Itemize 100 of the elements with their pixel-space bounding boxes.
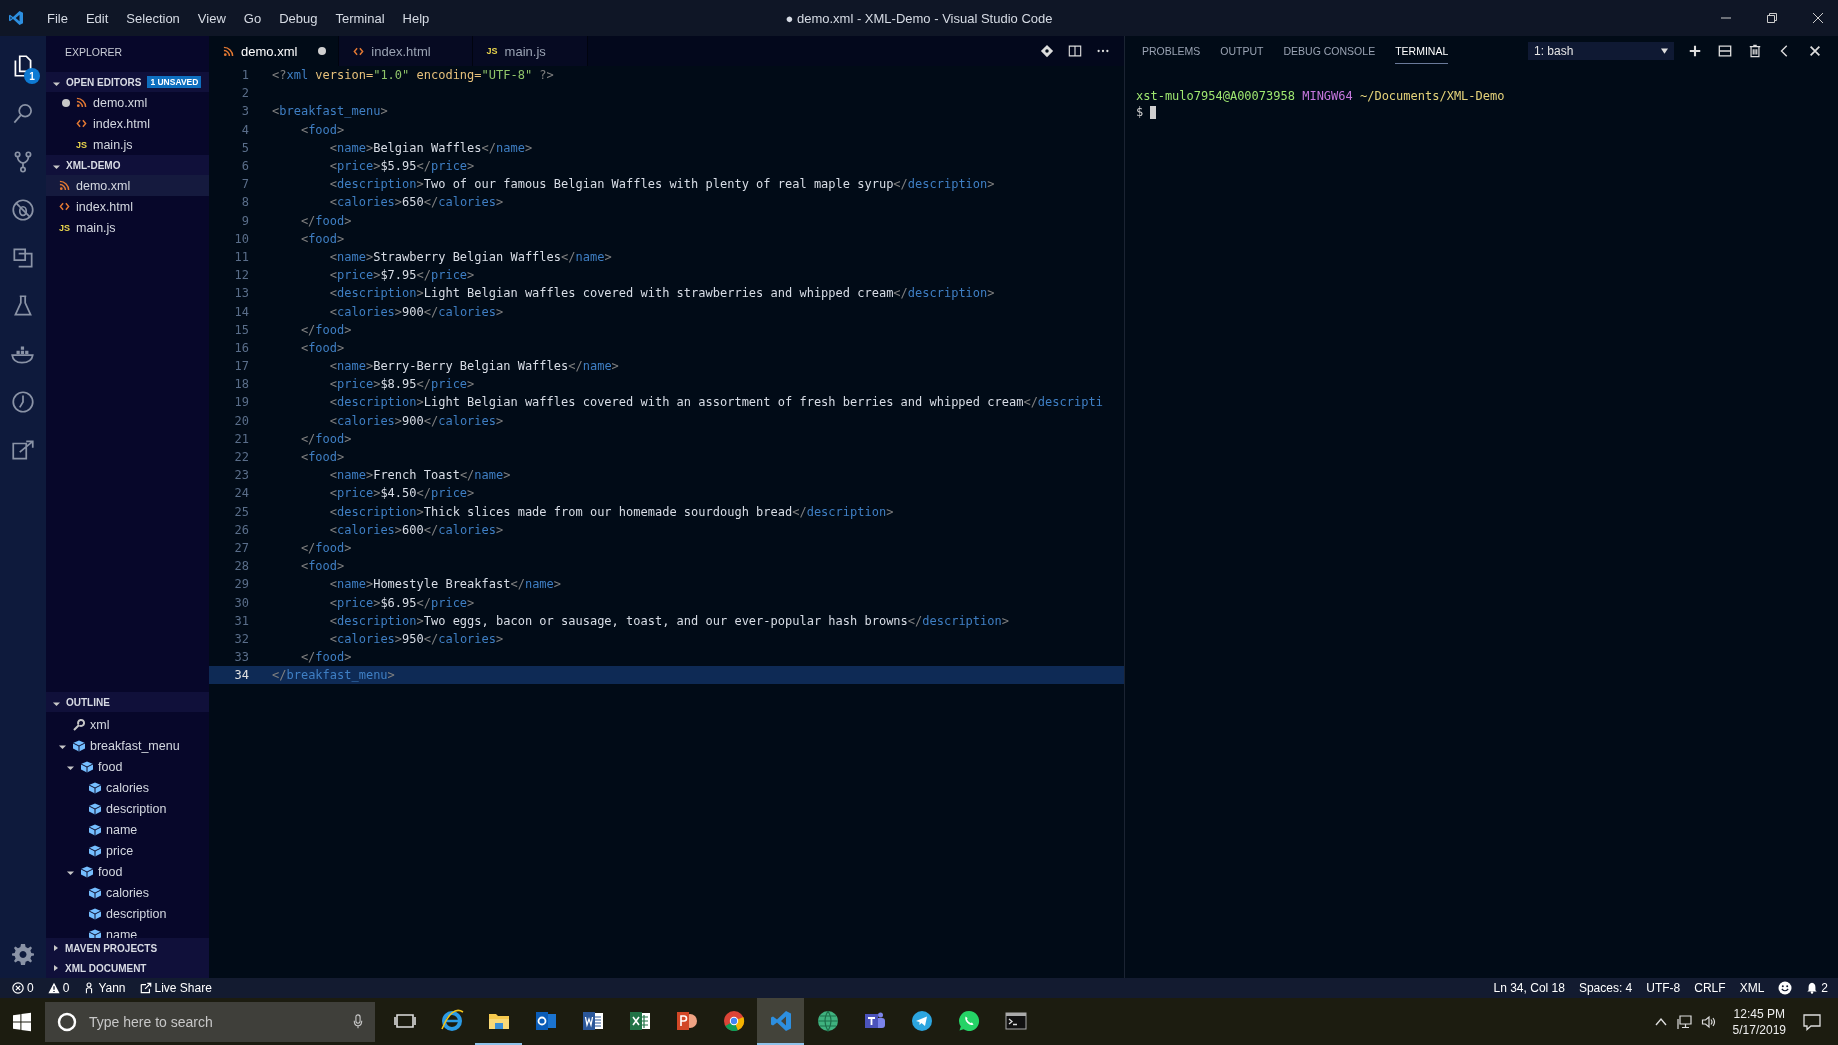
menu-item[interactable]: Edit [76,10,118,26]
panel-tab[interactable]: OUTPUT [1220,38,1264,64]
menu-item[interactable]: View [188,10,235,26]
close-icon[interactable] [1808,44,1822,58]
code-line: <breakfast_menu> [272,104,388,119]
open-editor-entry[interactable]: demo.xml [46,92,209,113]
line-number: 12 [233,268,250,283]
plus-icon[interactable] [1688,44,1702,58]
explorer-entry[interactable]: demo.xml [46,175,209,196]
trash-icon[interactable] [1748,44,1762,58]
code-line: <food> [299,231,345,246]
outline-label: description [106,801,167,816]
status-item[interactable]: XML [1739,981,1765,995]
unsaved-badge: 1 UNSAVED [147,76,202,88]
share-icon [139,982,152,994]
code-line: </food> [299,540,352,555]
open-editor-entry[interactable]: JS main.js [46,134,209,155]
code-line: <description>Light Belgian waffles covered with strawberries and whipped cream</description> [328,286,995,301]
outline-item[interactable]: description [46,903,209,924]
outline-item[interactable]: xml [46,714,209,735]
menu-item[interactable]: Go [234,10,271,26]
line-number: 15 [233,322,250,337]
open-editor-entry[interactable]: index.html [46,113,209,134]
outline-item[interactable]: calories [46,882,209,903]
outline-item[interactable]: description [46,798,209,819]
cube-icon [80,864,94,879]
outline-item[interactable]: name [46,819,209,840]
status-item[interactable]: 0 [12,981,34,995]
outline-label: description [106,906,167,921]
clock-time[interactable]: 12:45 PM [1733,1005,1785,1022]
microphone-icon[interactable] [353,1013,363,1030]
line-number: 31 [233,613,250,628]
status-item[interactable]: CRLF [1694,981,1726,995]
outline-item[interactable]: name [46,924,209,938]
status-item[interactable]: UTF-8 [1646,981,1681,995]
cube-icon [88,843,102,858]
network-icon[interactable] [1676,1013,1693,1030]
panel-tab[interactable]: TERMINAL [1395,38,1449,64]
outline-item[interactable]: price [46,840,209,861]
outline-item[interactable]: food [46,861,209,882]
explorer-entry[interactable]: JS main.js [46,217,209,238]
activity-item[interactable]: 1 [0,42,46,90]
status-item[interactable] [1778,981,1793,995]
explorer-entry[interactable]: index.html [46,196,209,217]
section-header[interactable]: MAVEN PROJECTS [46,938,209,958]
rss-icon [59,180,70,191]
line-number: 27 [233,540,250,555]
editor-tab[interactable]: JS main.js [472,36,588,66]
outline-label: xml [90,717,110,732]
status-item[interactable]: 2 [1806,981,1828,995]
status-item[interactable]: 0 [47,981,70,995]
outline-item[interactable]: food [46,756,209,777]
section-header[interactable]: OPEN EDITORS 1 UNSAVED [46,72,209,92]
extensions-icon [10,245,36,271]
terminal-select[interactable]: 1: bash [1528,42,1674,60]
section-title: MAVEN PROJECTS [65,942,158,954]
menu-item[interactable]: Terminal [326,10,394,26]
panel-tab[interactable]: PROBLEMS [1142,38,1201,64]
smiley-icon [1778,981,1793,995]
notification-badge: 1 [24,68,40,84]
outline-item[interactable]: calories [46,777,209,798]
menu-item[interactable]: File [38,10,77,26]
line-number: 7 [240,177,250,192]
editor-tab[interactable]: demo.xml [209,36,340,66]
code-line: <calories>900</calories> [328,413,504,428]
restore-icon[interactable] [1766,12,1778,24]
search-field[interactable]: Type here to search [89,1006,341,1037]
outline-label: calories [106,885,150,900]
line-number: 28 [233,559,250,574]
section-header[interactable]: XML-DEMO [46,155,209,175]
settings-icon[interactable] [11,942,35,966]
code-line: </food> [299,322,352,337]
section-header[interactable]: OUTLINE [46,692,209,712]
close-icon[interactable] [1812,12,1824,24]
cube-icon [88,885,102,900]
compare-icon[interactable] [1040,44,1054,58]
line-number: 19 [233,395,250,410]
outline-label: breakfast_menu [90,738,180,753]
split-editor-icon[interactable] [1068,44,1082,58]
panel-tab[interactable]: DEBUG CONSOLE [1283,38,1376,64]
section-title: XML DOCUMENT [65,962,147,974]
start-icon[interactable] [12,1011,32,1032]
status-item[interactable]: Live Share [139,981,212,995]
cube-icon [88,906,102,921]
clock-date[interactable]: 5/17/2019 [1732,1021,1786,1038]
editor-tab[interactable]: index.html [339,36,473,66]
status-item[interactable]: Ln 34, Col 18 [1493,981,1565,995]
taskbar-search-box[interactable]: Type here to search [45,1001,375,1042]
menu-item[interactable]: Selection [117,10,189,26]
status-item[interactable]: Yann [83,981,126,995]
menu-item[interactable]: Help [393,10,439,26]
outline-item[interactable]: breakfast_menu [46,735,209,756]
rss-icon [223,45,234,57]
notification-icon[interactable] [1802,1011,1822,1032]
section-header[interactable]: XML DOCUMENT [46,958,209,978]
status-item[interactable]: Spaces: 4 [1578,981,1633,995]
menu-item[interactable]: Debug [270,10,327,26]
tab-label: index.html [371,43,431,59]
split-terminal-icon[interactable] [1718,44,1732,58]
volume-icon[interactable] [1700,1013,1717,1030]
